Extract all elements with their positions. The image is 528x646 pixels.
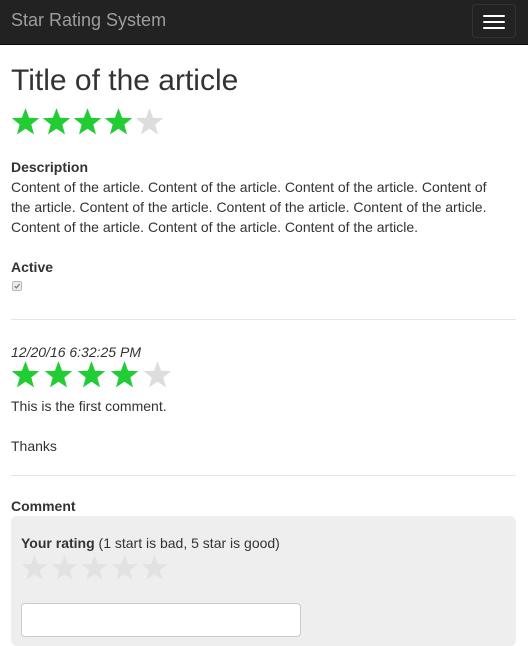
- active-checkbox[interactable]: [12, 281, 22, 291]
- comment-form-heading: Comment: [11, 498, 76, 514]
- comment-input[interactable]: [21, 603, 301, 637]
- rating-input-stars[interactable]: [21, 554, 168, 581]
- star-filled-icon: [73, 107, 102, 136]
- star-filled-icon: [110, 360, 139, 389]
- active-label: Active: [11, 259, 54, 275]
- star-empty-icon: [135, 107, 164, 136]
- navbar-toggle-button[interactable]: [472, 4, 516, 38]
- checkmark-icon: [14, 283, 21, 289]
- divider: [11, 475, 516, 476]
- star-filled-icon: [77, 360, 106, 389]
- article-rating-stars: [11, 107, 164, 136]
- description-label: Description: [11, 159, 89, 175]
- comment-body: This is the first comment. Thanks: [11, 396, 167, 456]
- star-empty-icon[interactable]: [51, 554, 78, 581]
- navbar-brand[interactable]: Star Rating System: [11, 10, 166, 30]
- divider: [11, 319, 516, 320]
- star-empty-icon[interactable]: [141, 554, 168, 581]
- star-empty-icon[interactable]: [21, 554, 48, 581]
- navbar: Star Rating System: [0, 0, 528, 45]
- comment-form: Your rating (1 start is bad, 5 star is g…: [11, 516, 516, 646]
- star-empty-icon: [143, 360, 172, 389]
- star-empty-icon[interactable]: [111, 554, 138, 581]
- comment-timestamp: 12/20/16 6:32:25 PM: [11, 344, 141, 360]
- your-rating-label: Your rating (1 start is bad, 5 star is g…: [21, 533, 280, 553]
- comment-rating-stars: [11, 360, 172, 389]
- comment-line: This is the first comment.: [11, 398, 167, 414]
- star-filled-icon: [42, 107, 71, 136]
- star-filled-icon: [44, 360, 73, 389]
- comment-line: Thanks: [11, 438, 57, 454]
- star-filled-icon: [104, 107, 133, 136]
- star-empty-icon[interactable]: [81, 554, 108, 581]
- star-filled-icon: [11, 107, 40, 136]
- comment-line: [11, 416, 167, 436]
- star-filled-icon: [11, 360, 40, 389]
- article-description: Content of the article. Content of the a…: [11, 179, 487, 235]
- your-rating-hint: (1 start is bad, 5 star is good): [98, 535, 280, 551]
- your-rating-label-bold: Your rating: [21, 535, 95, 551]
- article-title: Title of the article: [11, 64, 239, 97]
